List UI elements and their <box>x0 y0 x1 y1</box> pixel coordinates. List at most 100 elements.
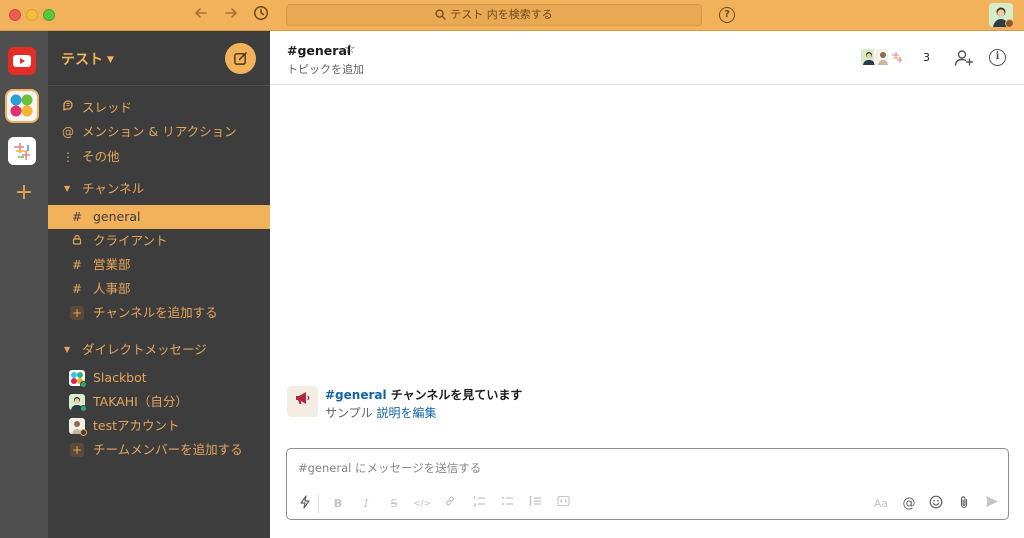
sidebar-divider <box>48 85 270 86</box>
workspace-rail: + <box>0 31 48 538</box>
sidebar-item-threads[interactable]: スレッド <box>48 97 270 119</box>
dm-item-test-account[interactable]: testアカウント <box>48 414 270 438</box>
info-icon[interactable]: i <box>989 49 1006 66</box>
compose-icon <box>234 52 247 65</box>
channel-header: #general ☆ トピックを追加 3 i <box>270 31 1024 85</box>
sidebar-item-hr[interactable]: # 人事部 <box>48 277 270 301</box>
formatting-toggle-button[interactable]: Aa <box>870 495 892 513</box>
italic-icon[interactable]: I <box>357 495 375 513</box>
add-member-button[interactable]: + チームメンバーを追加する <box>48 438 270 462</box>
channel-link[interactable]: #general <box>325 388 387 402</box>
bullet-list-icon[interactable] <box>498 495 516 513</box>
member-avatar <box>888 48 906 66</box>
code-icon[interactable]: </> <box>413 495 431 513</box>
sidebar-item-label: その他 <box>82 149 120 164</box>
edit-description-link[interactable]: 説明を編集 <box>376 406 436 420</box>
channels-section-header[interactable]: ▼ チャンネル <box>48 178 270 200</box>
code-block-icon[interactable] <box>554 495 572 513</box>
more-vertical-icon: ⋮ <box>62 150 74 164</box>
sidebar-item-general[interactable]: # general <box>48 205 270 229</box>
search-placeholder: テスト 内を検索する <box>450 8 553 21</box>
link-icon[interactable] <box>441 495 459 513</box>
star-icon[interactable]: ☆ <box>344 42 356 57</box>
slack-window: テスト 内を検索する ? + テスト ▼ スレッド @ メンション & リアクシ… <box>0 0 1024 538</box>
workspace-youtube[interactable] <box>8 47 36 75</box>
dm-label: testアカウント <box>93 418 180 433</box>
back-arrow-icon[interactable] <box>190 5 212 25</box>
compose-button[interactable] <box>225 43 256 74</box>
member-list-button[interactable]: 3 <box>860 47 930 69</box>
mention-icon[interactable]: @ <box>900 495 918 513</box>
channel-label: general <box>93 209 141 224</box>
sidebar-item-more[interactable]: ⋮ その他 <box>48 146 270 168</box>
at-icon: @ <box>62 125 74 139</box>
add-channel-label: チャンネルを追加する <box>93 305 218 320</box>
channel-intro-title: #general チャンネルを見ています <box>325 386 522 403</box>
hash-icon: # <box>71 210 83 224</box>
threads-icon <box>61 97 75 119</box>
hash-icon: # <box>71 258 83 272</box>
team-name: テスト <box>61 52 103 68</box>
section-label: ダイレクトメッセージ <box>82 342 207 357</box>
lock-icon <box>71 229 83 253</box>
search-bar[interactable]: テスト 内を検索する <box>286 4 702 26</box>
megaphone-icon <box>287 386 318 417</box>
dm-section-header[interactable]: ▼ ダイレクトメッセージ <box>48 339 270 361</box>
dm-item-slackbot[interactable]: Slackbot <box>48 366 270 390</box>
workspace-test[interactable] <box>5 89 39 123</box>
section-label: チャンネル <box>82 181 145 196</box>
strikethrough-icon[interactable]: S <box>385 495 403 513</box>
channel-topic[interactable]: トピックを追加 <box>287 61 364 77</box>
message-composer: B I S </> Aa @ <box>286 448 1009 520</box>
team-name-menu[interactable]: テスト ▼ <box>61 49 114 69</box>
sidebar-item-client[interactable]: クライアント <box>48 229 270 253</box>
user-avatar[interactable] <box>989 3 1013 27</box>
channel-intro-description: サンプル 説明を編集 <box>325 404 436 421</box>
window-minimize-button[interactable] <box>26 9 38 21</box>
add-channel-button[interactable]: + チャンネルを追加する <box>48 301 270 325</box>
history-clock-icon[interactable] <box>250 5 272 25</box>
ordered-list-icon[interactable] <box>470 495 488 513</box>
sidebar-item-sales[interactable]: # 営業部 <box>48 253 270 277</box>
channel-label: 営業部 <box>93 257 131 272</box>
window-maximize-button[interactable] <box>43 9 55 21</box>
plus-icon: + <box>70 443 84 457</box>
sidebar-item-mentions[interactable]: @ メンション & リアクション <box>48 121 270 143</box>
bold-icon[interactable]: B <box>329 495 347 513</box>
add-person-icon[interactable] <box>954 49 974 71</box>
help-icon[interactable]: ? <box>719 7 735 23</box>
toolbar-divider <box>318 494 319 514</box>
forward-arrow-icon[interactable] <box>220 5 242 25</box>
presence-indicator <box>1005 19 1013 27</box>
presence-dot <box>80 405 87 412</box>
blockquote-icon[interactable] <box>526 495 544 513</box>
chevron-down-icon: ▼ <box>107 55 114 65</box>
workspace-other[interactable] <box>8 137 36 165</box>
add-member-label: チームメンバーを追加する <box>93 442 243 457</box>
message-input[interactable] <box>298 459 988 477</box>
presence-dot <box>80 381 87 388</box>
intro-title-text: チャンネルを見ています <box>386 388 523 402</box>
caret-down-icon: ▼ <box>64 184 71 193</box>
hash-icon: # <box>71 282 83 296</box>
add-workspace-button[interactable]: + <box>14 181 34 205</box>
dm-label: Slackbot <box>93 370 147 385</box>
dm-item-self[interactable]: TAKAHI（自分） <box>48 390 270 414</box>
title-bar: テスト 内を検索する ? <box>0 0 1024 31</box>
sidebar-item-label: メンション & リアクション <box>82 124 237 139</box>
channel-description: サンプル <box>325 406 377 420</box>
presence-dot <box>80 429 87 436</box>
search-icon <box>435 9 446 20</box>
channel-label: 人事部 <box>93 281 131 296</box>
channel-title[interactable]: #general <box>287 43 351 58</box>
plus-icon: + <box>70 306 84 320</box>
shortcuts-lightning-icon[interactable] <box>296 495 314 513</box>
sidebar: テスト ▼ スレッド @ メンション & リアクション ⋮ その他 ▼ チャンネル… <box>48 31 270 538</box>
window-close-button[interactable] <box>9 9 21 21</box>
send-icon[interactable] <box>983 495 1001 513</box>
attachment-icon[interactable] <box>955 495 973 513</box>
dm-label: TAKAHI（自分） <box>93 394 188 409</box>
member-count: 3 <box>923 51 930 64</box>
emoji-icon[interactable] <box>927 495 945 513</box>
channel-label: クライアント <box>93 233 168 248</box>
